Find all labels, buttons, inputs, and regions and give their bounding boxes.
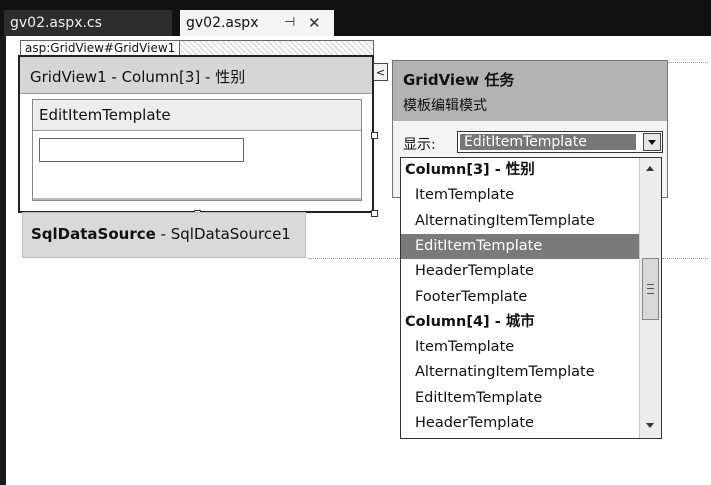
scroll-down-icon[interactable] (646, 423, 654, 428)
template-header-text: EditItemTemplate (39, 106, 171, 124)
control-tag-label: asp:GridView#GridView1 (21, 41, 181, 56)
tab-label: gv02.aspx.cs (10, 15, 102, 31)
dropdown-option[interactable]: ItemTemplate (401, 183, 639, 208)
dropdown-option[interactable]: FooterTemplate (401, 285, 639, 310)
template-textbox[interactable] (39, 138, 244, 162)
grip-icon (647, 284, 654, 294)
scroll-thumb[interactable] (642, 258, 659, 320)
template-bottom-border (33, 198, 361, 200)
document-tab-strip: gv02.aspx.cs gv02.aspx ⊣ ✕ (0, 0, 711, 36)
datasource-type: SqlDataSource (31, 225, 156, 243)
tasks-panel-header: GridView 任务 模板编辑模式 (393, 61, 667, 121)
tab-gv02-aspx[interactable]: gv02.aspx ⊣ ✕ (180, 10, 334, 36)
dropdown-option[interactable]: ItemTemplate (401, 335, 639, 360)
tab-label: gv02.aspx (186, 15, 259, 31)
template-header: EditItemTemplate (33, 100, 361, 131)
dropdown-scrollbar[interactable] (639, 158, 661, 438)
tasks-panel-subtitle: 模板编辑模式 (403, 98, 487, 114)
display-label: 显示: (403, 137, 436, 153)
display-template-select[interactable]: EditItemTemplate (457, 131, 663, 153)
display-select-value: EditItemTemplate (460, 134, 636, 150)
dropdown-option[interactable]: AlternatingItemTemplate (401, 209, 639, 234)
resize-handle-bottom-right[interactable] (371, 210, 378, 217)
template-editing-box[interactable]: EditItemTemplate (32, 99, 362, 201)
tab-gv02-aspx-cs[interactable]: gv02.aspx.cs (4, 10, 172, 36)
tasks-panel-title: GridView 任务 (403, 71, 515, 89)
dropdown-option[interactable]: HeaderTemplate (401, 411, 639, 436)
close-icon[interactable]: ✕ (308, 10, 321, 36)
resize-handle-right[interactable] (371, 132, 378, 139)
dropdown-option[interactable]: HeaderTemplate (401, 259, 639, 284)
dropdown-group-header: Column[4] - 城市 (405, 313, 535, 330)
dropdown-option[interactable]: EditItemTemplate (401, 233, 639, 259)
dropdown-group-header: Column[3] - 性别 (405, 162, 535, 178)
datasource-name: - SqlDataSource1 (155, 225, 291, 243)
pin-icon[interactable]: ⊣ (284, 10, 295, 36)
column-title-text: GridView1 - Column[3] - 性别 (30, 68, 246, 86)
dotted-guide (668, 62, 708, 63)
template-column-title: GridView1 - Column[3] - 性别 (20, 57, 372, 94)
template-dropdown-list[interactable]: Column[3] - 性别 ItemTemplate AlternatingIte… (400, 157, 662, 439)
sqldatasource-control[interactable]: SqlDataSource - SqlDataSource1 (22, 212, 306, 258)
smart-tag-collapse-button[interactable]: < (373, 63, 388, 81)
dropdown-option[interactable]: AlternatingItemTemplate (401, 360, 639, 385)
scroll-up-icon[interactable] (646, 166, 654, 171)
dotted-guide (662, 258, 708, 259)
chevron-down-icon[interactable] (643, 133, 661, 151)
dotted-guide (308, 258, 400, 259)
dropdown-option[interactable]: EditItemTemplate (401, 386, 639, 411)
